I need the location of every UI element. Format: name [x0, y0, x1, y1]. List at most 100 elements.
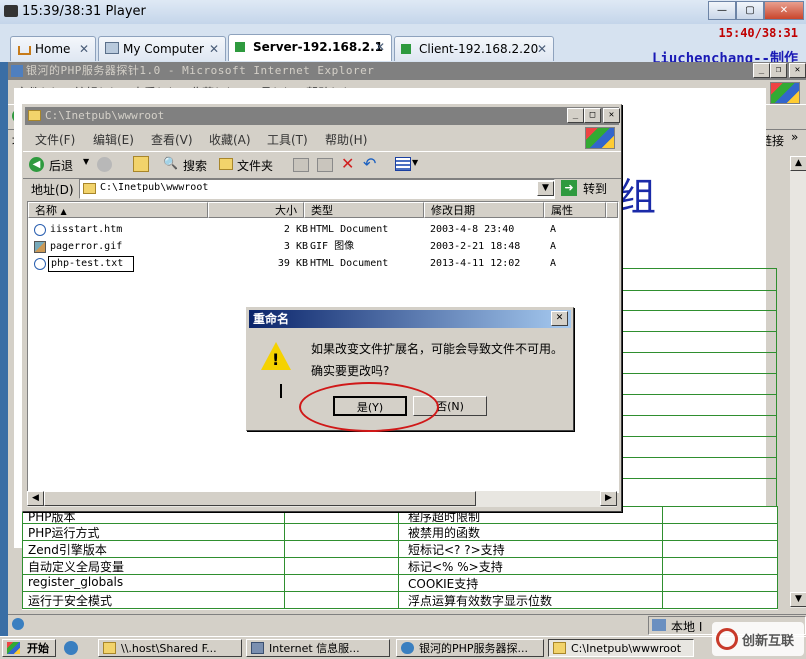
menu-view[interactable]: 查看(V): [151, 131, 193, 148]
ie-scrollbar[interactable]: ▲ ▼: [790, 156, 806, 608]
ie-status-bar: 本地 I: [8, 614, 806, 635]
restore-button[interactable]: ❐: [770, 63, 787, 78]
horizontal-scrollbar[interactable]: ◀ ▶: [27, 491, 617, 507]
forward-icon[interactable]: [97, 157, 112, 172]
folders-button[interactable]: 文件夹: [219, 156, 279, 174]
column-header-type[interactable]: 类型: [304, 202, 424, 218]
folder-icon: [219, 158, 233, 170]
menu-file[interactable]: 文件(F): [35, 131, 75, 148]
move-to-icon[interactable]: [293, 158, 309, 172]
page-heading-fragment: 组: [618, 175, 657, 219]
zone-label: 本地 I: [671, 620, 703, 634]
maximize-button[interactable]: □: [584, 108, 601, 123]
menu-edit[interactable]: 编辑(E): [93, 131, 134, 148]
close-button[interactable]: ✕: [789, 63, 806, 78]
tab-my-computer[interactable]: My Computer ✕: [98, 36, 226, 61]
dialog-message-2: 确实要更改吗?: [311, 364, 390, 378]
warning-mark: !: [272, 350, 280, 369]
close-icon[interactable]: ✕: [209, 37, 219, 61]
explorer-title-bar: C:\Inetpub\wwwroot _ □ ✕: [25, 107, 620, 125]
folders-label: 文件夹: [237, 159, 274, 173]
scroll-thumb[interactable]: [44, 491, 476, 506]
chevron-down-icon[interactable]: ▼: [412, 158, 418, 167]
rename-dialog: 重命名 ✕ ! 如果改变文件扩展名，可能会导致文件不可用。 确实要更改吗? 是(…: [246, 307, 574, 432]
maximize-button[interactable]: ▢: [736, 1, 764, 20]
address-value: C:\Inetpub\wwwroot: [100, 182, 209, 193]
column-header-attributes[interactable]: 属性: [544, 202, 606, 218]
column-header-size[interactable]: 大小: [208, 202, 304, 218]
table-cell: COOKIE支持: [408, 577, 479, 591]
delete-icon[interactable]: ✕: [341, 154, 354, 173]
column-label: 名称: [35, 204, 57, 217]
table-cell: register_globals: [28, 575, 124, 589]
close-button[interactable]: ✕: [764, 1, 804, 20]
taskbar-item-label: 银河的PHP服务器探...: [419, 642, 529, 655]
tab-home[interactable]: Home ✕: [10, 36, 96, 61]
watermark-logo-icon: [716, 628, 738, 650]
close-icon[interactable]: ✕: [79, 37, 89, 61]
close-icon[interactable]: ✕: [375, 35, 385, 59]
file-attr: A: [550, 258, 557, 269]
tab-label: My Computer: [123, 42, 204, 56]
computer-icon: [105, 42, 119, 54]
minimize-button[interactable]: —: [708, 1, 736, 20]
column-header-overflow[interactable]: [606, 202, 618, 218]
close-button[interactable]: ✕: [603, 108, 620, 123]
image-file-icon: [34, 241, 46, 253]
go-arrow-icon: ➜: [561, 180, 577, 196]
scroll-down-icon[interactable]: ▼: [790, 592, 806, 607]
table-row[interactable]: pagerror.gif 3 KB GIF 图像 2003-2-21 18:48…: [28, 239, 618, 255]
rename-edit-input[interactable]: php-test.txt: [48, 256, 134, 272]
chevron-down-icon[interactable]: ▼: [83, 157, 89, 166]
column-header-modified[interactable]: 修改日期: [424, 202, 544, 218]
menu-help[interactable]: 帮助(H): [325, 131, 367, 148]
table-row[interactable]: php-test.txt 39 KB HTML Document 2013-4-…: [28, 256, 618, 272]
scroll-left-icon[interactable]: ◀: [27, 491, 44, 506]
minimize-button[interactable]: _: [753, 63, 770, 78]
file-name: pagerror.gif: [50, 241, 123, 252]
minimize-button[interactable]: _: [567, 108, 584, 123]
iis-manager-icon: [251, 642, 264, 654]
views-icon[interactable]: [395, 157, 411, 171]
annotation-ellipse: [299, 382, 439, 432]
video-timestamp: 15:40/38:31: [718, 26, 798, 40]
file-date: 2013-4-11 12:02: [430, 258, 521, 269]
menu-favorites[interactable]: 收藏(A): [209, 131, 251, 148]
close-button[interactable]: ✕: [551, 311, 568, 326]
player-title: 15:39/38:31 Player: [22, 4, 146, 19]
taskbar-item-iis[interactable]: Internet 信息服...: [246, 639, 390, 657]
go-button[interactable]: ➜ 转到: [559, 179, 615, 197]
back-button[interactable]: ◀ 后退 ▼: [29, 156, 91, 174]
table-row[interactable]: iisstart.htm 2 KB HTML Document 2003-4-8…: [28, 222, 618, 238]
start-button[interactable]: 开始: [2, 639, 56, 657]
copy-to-icon[interactable]: [317, 158, 333, 172]
address-label: 地址(D): [31, 183, 74, 197]
sort-up-icon: ▲: [60, 207, 67, 216]
up-folder-icon[interactable]: [133, 156, 149, 172]
explorer-address-bar: 地址(D) C:\Inetpub\wwwroot ▼ ➜ 转到: [23, 177, 621, 201]
player-title-bar: 15:39/38:31 Player — ▢ ✕: [0, 0, 806, 25]
address-input[interactable]: C:\Inetpub\wwwroot: [79, 179, 555, 199]
quicklaunch-ie-icon[interactable]: [64, 641, 78, 655]
scroll-right-icon[interactable]: ▶: [600, 491, 617, 506]
tab-client[interactable]: Client-192.168.2.20 ✕: [394, 36, 554, 61]
undo-icon[interactable]: ↶: [363, 154, 376, 173]
html-file-icon: [34, 224, 46, 236]
taskbar-item-shared-folder[interactable]: \\.host\Shared F...: [98, 639, 242, 657]
menu-tools[interactable]: 工具(T): [267, 131, 308, 148]
search-button[interactable]: 🔍 搜索: [163, 156, 213, 174]
address-dropdown-button[interactable]: ▼: [537, 181, 554, 196]
scroll-up-icon[interactable]: ▲: [790, 156, 806, 171]
taskbar-item-ie[interactable]: 银河的PHP服务器探...: [396, 639, 544, 657]
table-cell: 被禁用的函数: [408, 526, 481, 540]
close-icon[interactable]: ✕: [537, 37, 547, 61]
column-header-name[interactable]: 名称 ▲: [28, 202, 208, 218]
file-type: GIF 图像: [310, 241, 355, 252]
tab-server[interactable]: Server-192.168.2.1 ✕: [228, 34, 392, 61]
explorer-toolbar: ◀ 后退 ▼ 🔍 搜索 文件夹 ✕ ↶ ▼: [23, 151, 621, 179]
file-size: 3 KB: [283, 241, 308, 252]
folder-icon: [553, 642, 566, 654]
back-label: 后退: [49, 159, 74, 173]
chevron-right-icon[interactable]: »: [791, 130, 798, 144]
taskbar-item-explorer[interactable]: C:\Inetpub\wwwroot: [548, 639, 694, 657]
